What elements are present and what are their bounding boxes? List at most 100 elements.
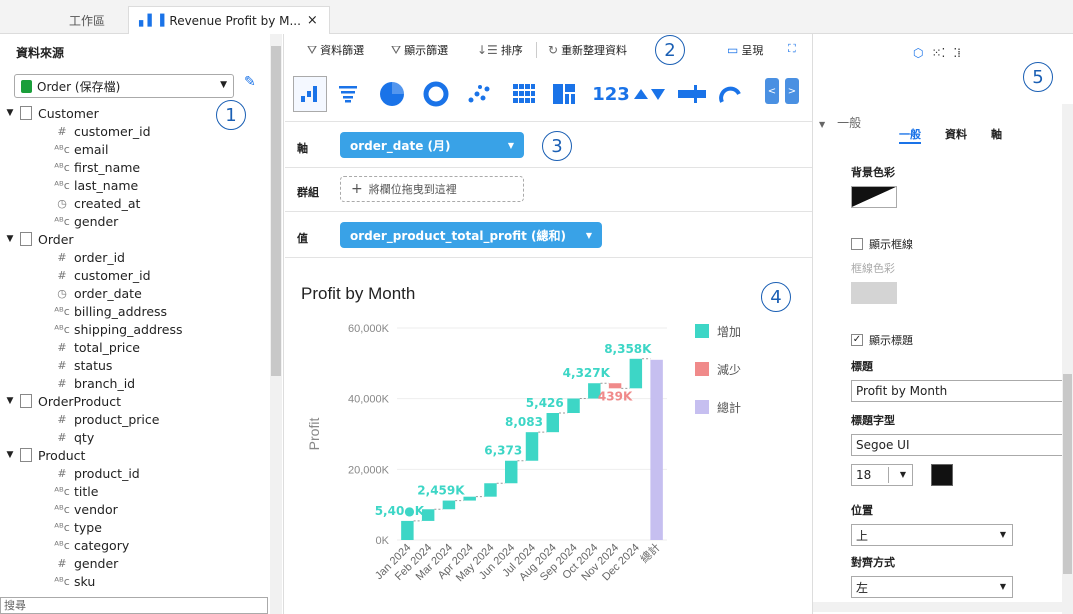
tree-field[interactable]: ᴬᴮc shipping_address: [0, 320, 268, 338]
horizontal-scrollbar[interactable]: [813, 602, 1062, 612]
close-icon[interactable]: ×: [307, 13, 318, 28]
chevron-down-icon[interactable]: ▼: [0, 450, 20, 460]
legend-label: 減少: [717, 362, 741, 377]
tree-field[interactable]: ◷ created_at: [0, 194, 268, 212]
tab-data[interactable]: 資料: [945, 126, 967, 142]
toolbar: ⛛ 資料篩選 ⛛ 顯示篩選 ↓☰ 排序 ↻ 重新整理資料 2 ▭ 呈現 ⛶: [285, 34, 812, 65]
section-general[interactable]: ▼ 一般: [819, 114, 861, 131]
tree-field[interactable]: # total_price: [0, 338, 268, 356]
scrollbar-thumb[interactable]: [1063, 374, 1072, 574]
tree-table-product[interactable]: ▼ Product: [0, 446, 268, 464]
tree-field[interactable]: ᴬᴮc type: [0, 518, 268, 536]
tree-field[interactable]: ᴬᴮc email: [0, 140, 268, 158]
tree-field[interactable]: # branch_id: [0, 374, 268, 392]
font-size-select[interactable]: 18 ▼: [851, 464, 913, 486]
tab-general[interactable]: 一般: [899, 126, 921, 144]
tree-field[interactable]: ᴬᴮc sku: [0, 572, 268, 590]
tree-field[interactable]: ᴬᴮc billing_address: [0, 302, 268, 320]
bullet-chart-icon[interactable]: [675, 76, 709, 112]
tree-field[interactable]: # product_price: [0, 410, 268, 428]
tab-active-label: Revenue Profit by M...: [169, 13, 301, 28]
bg-color-swatch[interactable]: [851, 186, 897, 208]
value-field-pill[interactable]: order_product_total_profit (總和) ▼: [340, 222, 602, 248]
tree-table-order[interactable]: ▼ Order: [0, 230, 268, 248]
refresh-icon: ↻: [548, 43, 559, 57]
data-filter-button[interactable]: ⛛ 資料篩選: [307, 42, 364, 58]
tab-axis[interactable]: 軸: [991, 126, 1002, 142]
waterfall-chart-icon[interactable]: [293, 76, 327, 112]
tree-field[interactable]: # status: [0, 356, 268, 374]
show-title-checkbox[interactable]: ✓ 顯示標題: [851, 332, 913, 348]
field-name: gender: [74, 555, 119, 571]
tree-field[interactable]: ᴬᴮc gender: [0, 212, 268, 230]
search-input[interactable]: 搜尋: [0, 597, 268, 614]
panel-title: 資料來源: [16, 46, 65, 60]
divider: [536, 42, 537, 58]
number-kpi-icon[interactable]: 123: [591, 76, 631, 112]
tree-table-orderproduct[interactable]: ▼ OrderProduct: [0, 392, 268, 410]
gallery-next-button[interactable]: >: [785, 78, 799, 104]
gallery-prev-button[interactable]: <: [765, 78, 779, 104]
tree-field[interactable]: # customer_id: [0, 266, 268, 284]
gauge-chart-icon[interactable]: [713, 76, 747, 112]
sort-button[interactable]: ↓☰ 排序: [477, 42, 523, 58]
show-border-checkbox[interactable]: 顯示框線: [851, 236, 913, 252]
axis-field-pill[interactable]: order_date (月) ▼: [340, 132, 524, 158]
position-select[interactable]: 上 ▼: [851, 524, 1013, 546]
align-select[interactable]: 左 ▼: [851, 576, 1013, 598]
number-type-icon: #: [57, 340, 67, 354]
tree-field[interactable]: # order_id: [0, 248, 268, 266]
spacing-icon[interactable]: ⁚⁞: [953, 46, 961, 60]
title-input[interactable]: Profit by Month: [851, 380, 1063, 402]
tab-workspace[interactable]: 工作區: [46, 6, 128, 34]
tree-field[interactable]: ◷ order_date: [0, 284, 268, 302]
data-label: 5,40●K: [375, 504, 425, 518]
field-name: status: [74, 357, 113, 373]
properties-scrollbar[interactable]: [1062, 104, 1073, 614]
font-input[interactable]: Segoe UI: [851, 434, 1063, 456]
border-color-swatch[interactable]: [851, 282, 897, 304]
layout-icon[interactable]: ⁙⁚: [931, 46, 945, 60]
tree-field[interactable]: ᴬᴮc title: [0, 482, 268, 500]
chart-editor: ⛛ 資料篩選 ⛛ 顯示篩選 ↓☰ 排序 ↻ 重新整理資料 2 ▭ 呈現 ⛶ 12…: [285, 34, 812, 614]
donut-chart-icon[interactable]: [419, 76, 453, 112]
font-color-swatch[interactable]: [931, 464, 953, 486]
tab-active-report[interactable]: ▖▌▐ Revenue Profit by M... ×: [128, 6, 330, 34]
table-icon: [20, 394, 32, 408]
text-type-icon: ᴬᴮc: [54, 574, 70, 588]
refresh-button[interactable]: ↻ 重新整理資料: [548, 42, 627, 58]
data-source-select[interactable]: Order (保存檔) ▼: [14, 74, 234, 98]
tree-field[interactable]: # customer_id: [0, 122, 268, 140]
chevron-down-icon[interactable]: ▼: [0, 108, 20, 118]
chevron-down-icon: ▼: [999, 530, 1006, 539]
tree-field[interactable]: # gender: [0, 554, 268, 572]
updown-kpi-icon[interactable]: [633, 76, 667, 112]
tree-field[interactable]: ᴬᴮc category: [0, 536, 268, 554]
scrollbar-thumb[interactable]: [271, 46, 281, 376]
tree-table-customer[interactable]: ▼ Customer: [0, 104, 268, 122]
treemap-chart-icon[interactable]: [547, 76, 581, 112]
tree-field[interactable]: ᴬᴮc vendor: [0, 500, 268, 518]
tree-field[interactable]: ᴬᴮc first_name: [0, 158, 268, 176]
tree-field[interactable]: # qty: [0, 428, 268, 446]
chevron-down-icon[interactable]: ▼: [0, 234, 20, 244]
chevron-down-icon: ▼: [899, 470, 906, 479]
data-label: 5,426: [526, 396, 564, 410]
fullscreen-icon[interactable]: ⛶: [788, 42, 796, 56]
group-drop-zone[interactable]: + 將欄位拖曳到這裡: [340, 176, 524, 202]
waterfall-bar: [401, 520, 414, 540]
properties-tabs: 一般 資料 軸: [813, 78, 1061, 144]
funnel-chart-icon[interactable]: [331, 76, 365, 112]
edit-icon[interactable]: ✎: [244, 74, 256, 90]
scatter-chart-icon[interactable]: [463, 76, 497, 112]
tree-field[interactable]: # product_id: [0, 464, 268, 482]
pie-chart-icon[interactable]: [375, 76, 409, 112]
present-button[interactable]: ▭ 呈現: [727, 42, 763, 58]
chevron-down-icon[interactable]: ▼: [0, 396, 20, 406]
tree-scrollbar[interactable]: [270, 34, 282, 614]
tree-field[interactable]: ᴬᴮc last_name: [0, 176, 268, 194]
field-tree: ▼ Customer # customer_id ᴬᴮc email ᴬᴮc first_na…: [0, 104, 268, 594]
display-filter-button[interactable]: ⛛ 顯示篩選: [391, 42, 448, 58]
heatmap-chart-icon[interactable]: [507, 76, 541, 112]
cube-icon[interactable]: ⬡: [913, 46, 923, 60]
